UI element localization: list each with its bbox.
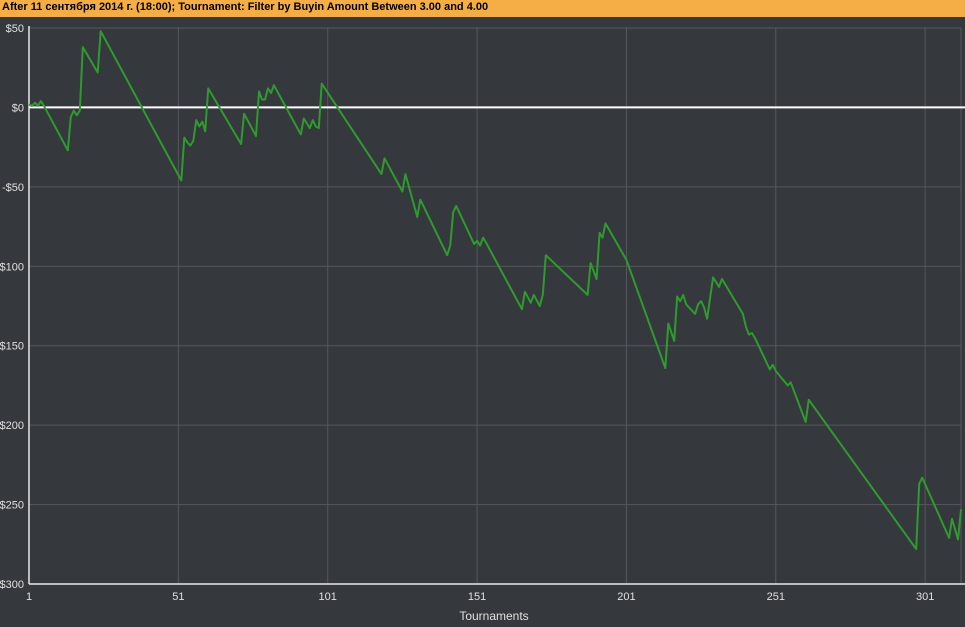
x-tick-label: 251 bbox=[767, 591, 785, 603]
y-tick-label: $50 bbox=[6, 23, 24, 35]
y-tick-label: -$300 bbox=[0, 579, 24, 591]
series-line bbox=[28, 30, 962, 551]
chart-canvas: 151101151201251301$50$0-$50-$100-$150-$2… bbox=[0, 23, 965, 623]
y-tick-label: $0 bbox=[12, 102, 24, 114]
chart-header-bar: After 11 сентября 2014 г. (18:00); Tourn… bbox=[0, 0, 965, 17]
chart-axes bbox=[28, 26, 965, 585]
y-tick-label: -$150 bbox=[0, 341, 24, 353]
x-tick-label: 301 bbox=[916, 591, 934, 603]
x-tick-label: 1 bbox=[26, 591, 32, 603]
tick-labels: 151101151201251301$50$0-$50-$100-$150-$2… bbox=[0, 23, 934, 603]
x-tick-label: 51 bbox=[172, 591, 184, 603]
y-tick-label: -$100 bbox=[0, 261, 24, 273]
series-layer bbox=[28, 30, 962, 551]
x-tick-label: 201 bbox=[617, 591, 635, 603]
x-axis-label: Tournaments bbox=[459, 609, 528, 623]
y-tick-label: -$250 bbox=[0, 500, 24, 512]
y-tick-label: -$50 bbox=[2, 182, 24, 194]
chart-header-title: After 11 сентября 2014 г. (18:00); Tourn… bbox=[2, 1, 489, 13]
x-tick-label: 151 bbox=[468, 591, 486, 603]
x-tick-label: 101 bbox=[319, 591, 337, 603]
grid-lines bbox=[29, 27, 962, 584]
y-tick-label: -$200 bbox=[0, 420, 24, 432]
